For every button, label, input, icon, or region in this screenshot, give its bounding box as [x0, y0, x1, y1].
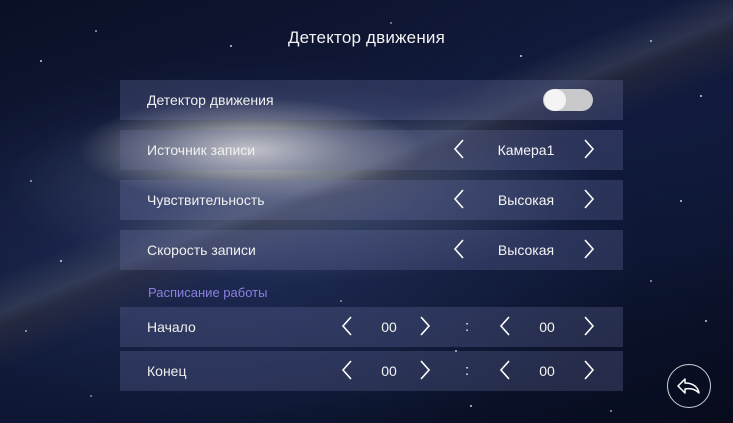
- record-source-row: Источник записи Камера1: [120, 130, 623, 170]
- record-speed-value: Высокая: [497, 242, 555, 258]
- end-hours-prev-button[interactable]: [338, 358, 356, 382]
- back-arrow-icon: [677, 378, 700, 394]
- start-minutes-next-button[interactable]: [580, 314, 598, 338]
- sensitivity-next-button[interactable]: [580, 187, 598, 211]
- start-minutes-value: 00: [539, 319, 555, 335]
- record-speed-label: Скорость записи: [147, 242, 256, 258]
- end-hours-value: 00: [381, 363, 397, 379]
- chevron-left-icon: [453, 239, 464, 259]
- schedule-end-label: Конец: [147, 363, 187, 379]
- start-minutes-prev-button[interactable]: [496, 314, 514, 338]
- schedule-start-label: Начало: [147, 319, 196, 335]
- motion-detector-row: Детектор движения: [120, 80, 623, 120]
- record-source-label: Источник записи: [147, 142, 256, 158]
- chevron-left-icon: [499, 316, 510, 336]
- chevron-right-icon: [584, 189, 595, 209]
- sensitivity-row: Чувствительность Высокая: [120, 180, 623, 220]
- schedule-start-row: Начало 00 : 00: [120, 307, 623, 347]
- chevron-left-icon: [453, 189, 464, 209]
- end-minutes-prev-button[interactable]: [496, 358, 514, 382]
- end-minutes-next-button[interactable]: [580, 358, 598, 382]
- chevron-right-icon: [584, 316, 595, 336]
- motion-detector-toggle[interactable]: [543, 89, 593, 111]
- time-separator: :: [465, 362, 470, 379]
- schedule-section-label: Расписание работы: [148, 285, 268, 300]
- record-speed-prev-button[interactable]: [450, 237, 468, 261]
- record-speed-row: Скорость записи Высокая: [120, 230, 623, 270]
- record-source-value: Камера1: [497, 142, 555, 158]
- page-title: Детектор движения: [287, 28, 446, 47]
- chevron-left-icon: [453, 139, 464, 159]
- sensitivity-value: Высокая: [497, 192, 555, 208]
- end-minutes-value: 00: [539, 363, 555, 379]
- chevron-left-icon: [341, 316, 352, 336]
- start-hours-prev-button[interactable]: [338, 314, 356, 338]
- record-speed-next-button[interactable]: [580, 237, 598, 261]
- chevron-left-icon: [499, 360, 510, 380]
- chevron-right-icon: [420, 316, 431, 336]
- end-hours-next-button[interactable]: [416, 358, 434, 382]
- sensitivity-prev-button[interactable]: [450, 187, 468, 211]
- motion-detector-label: Детектор движения: [147, 92, 274, 108]
- schedule-end-row: Конец 00 : 00: [120, 351, 623, 391]
- time-separator: :: [465, 318, 470, 335]
- chevron-right-icon: [584, 139, 595, 159]
- record-source-prev-button[interactable]: [450, 137, 468, 161]
- chevron-right-icon: [584, 239, 595, 259]
- chevron-right-icon: [420, 360, 431, 380]
- chevron-right-icon: [584, 360, 595, 380]
- back-button[interactable]: [667, 364, 711, 408]
- chevron-left-icon: [341, 360, 352, 380]
- sensitivity-label: Чувствительность: [147, 192, 265, 208]
- start-hours-next-button[interactable]: [416, 314, 434, 338]
- toggle-knob: [544, 89, 566, 111]
- record-source-next-button[interactable]: [580, 137, 598, 161]
- start-hours-value: 00: [381, 319, 397, 335]
